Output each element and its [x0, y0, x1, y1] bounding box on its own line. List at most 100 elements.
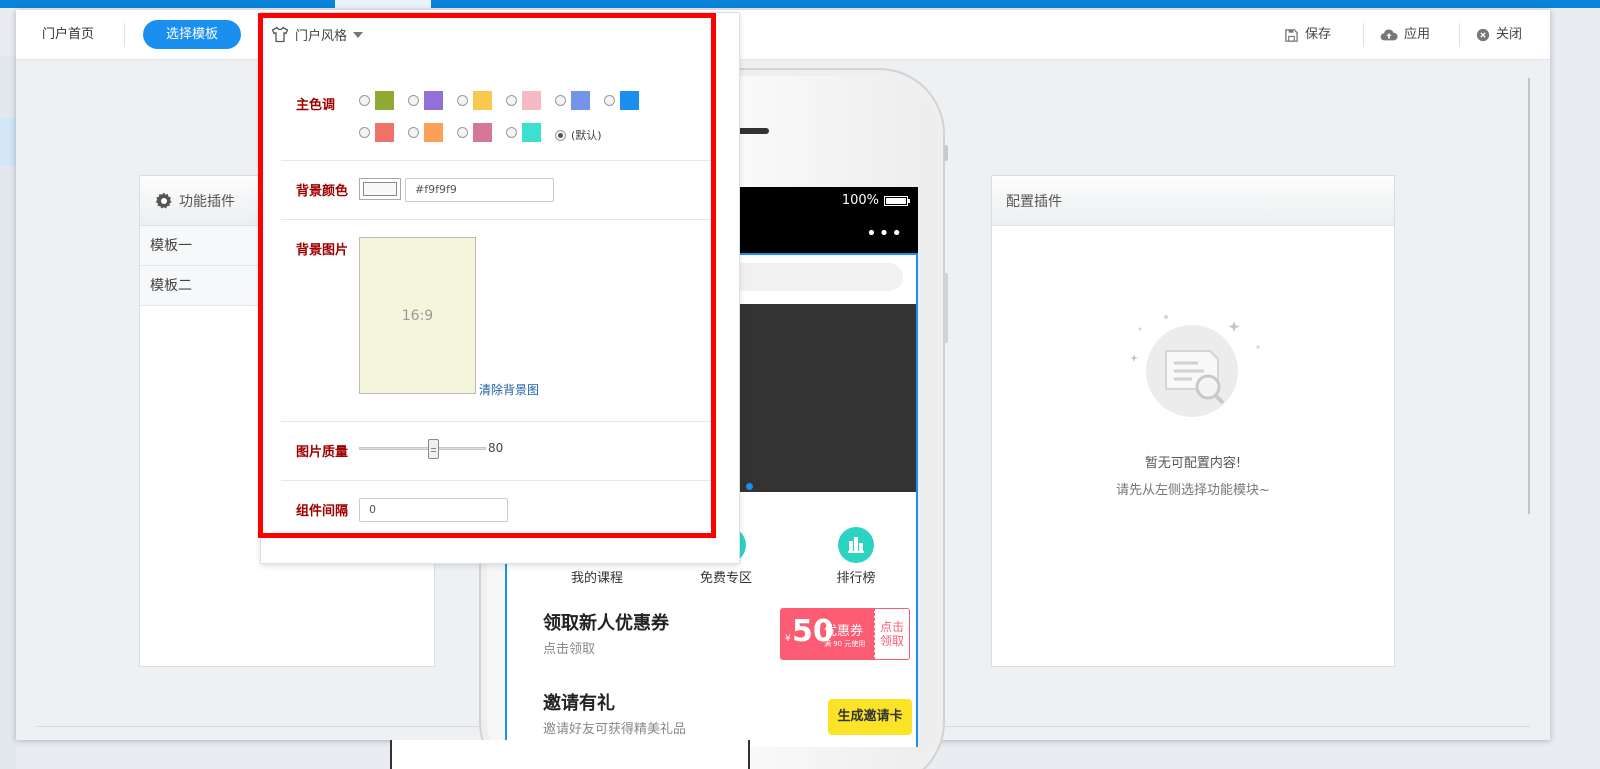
- toolbar-divider: [1459, 23, 1460, 47]
- apply-button[interactable]: 应用: [1380, 10, 1430, 60]
- save-button[interactable]: 保存: [1284, 10, 1331, 60]
- image-quality-label: 图片质量: [296, 445, 349, 460]
- toolbar-divider: [1363, 23, 1364, 47]
- component-gap-input[interactable]: 0: [359, 498, 508, 522]
- image-quality-value: 80: [488, 441, 504, 455]
- select-template-button[interactable]: 选择模板: [143, 20, 241, 49]
- app-side-strip-active: [0, 118, 16, 166]
- editor-toolbar: 门户首页 选择模板 保存 应用 关闭: [16, 10, 1550, 60]
- portal-style-trigger[interactable]: 门户风格: [271, 25, 364, 44]
- section-divider: [281, 160, 711, 161]
- banner-indicator-dot: [746, 483, 753, 490]
- coupon-claim-action[interactable]: 点击领取: [874, 608, 910, 660]
- theme-color-radio[interactable]: [604, 95, 615, 106]
- bg-image-label: 背景图片: [296, 243, 349, 258]
- close-label: 关闭: [1496, 27, 1523, 42]
- phone-side-button: [944, 145, 948, 161]
- close-circle-icon: [1476, 28, 1490, 42]
- theme-color-swatch: [473, 123, 492, 142]
- coupon-name: 优惠券: [824, 624, 864, 639]
- theme-color-option[interactable]: [555, 91, 590, 110]
- clear-bg-image-link[interactable]: 清除背景图: [479, 381, 539, 398]
- theme-color-radio[interactable]: [457, 127, 468, 138]
- portal-style-label: 门户风格: [295, 29, 348, 44]
- portal-style-dropdown: 门户风格 主色调 (默认) 背景颜色 #f9f9f9 背景图片 16:9 清除背…: [260, 12, 740, 564]
- more-icon[interactable]: •••: [866, 223, 904, 244]
- theme-color-swatch: [424, 123, 443, 142]
- theme-color-option[interactable]: [359, 123, 394, 142]
- portal-home-link[interactable]: 门户首页: [42, 10, 94, 60]
- ranking-icon[interactable]: [838, 527, 874, 563]
- coupon-yen: ¥: [785, 634, 791, 644]
- theme-color-option[interactable]: [408, 123, 443, 142]
- canvas-scrollbar[interactable]: [1528, 78, 1530, 514]
- theme-color-option[interactable]: [506, 123, 541, 142]
- theme-color-label: 主色调: [296, 98, 336, 113]
- invite-promo-title: 邀请有礼: [543, 693, 615, 714]
- theme-color-option[interactable]: [604, 91, 639, 110]
- generate-invite-card-button[interactable]: 生成邀请卡: [828, 699, 912, 735]
- bg-color-label: 背景颜色: [296, 184, 349, 199]
- config-plugin-panel: 配置插件 暂无可配置内容! 请先从左侧选择功能模块~: [991, 175, 1395, 667]
- theme-color-radio[interactable]: [457, 95, 468, 106]
- apply-label: 应用: [1404, 27, 1431, 42]
- config-plugin-header: 配置插件: [992, 176, 1394, 226]
- image-quality-slider-track[interactable]: [359, 447, 486, 450]
- bg-image-ratio: 16:9: [401, 307, 434, 324]
- empty-state-hint: 请先从左侧选择功能模块~: [1116, 483, 1270, 498]
- theme-color-radio[interactable]: [408, 127, 419, 138]
- theme-color-radio[interactable]: [506, 127, 517, 138]
- section-divider: [281, 480, 711, 481]
- coupon-condition: 满 90 元使用: [824, 640, 866, 648]
- coupon-card[interactable]: ¥ 50 优惠券 满 90 元使用 点击领取: [780, 608, 910, 660]
- invite-promo-subtitle: 邀请好友可获得精美礼品: [543, 722, 687, 737]
- theme-color-default-radio[interactable]: [555, 129, 566, 141]
- coupon-promo-subtitle: 点击领取: [543, 642, 596, 657]
- bg-color-picker[interactable]: [359, 178, 401, 200]
- section-divider: [281, 219, 711, 220]
- theme-color-swatch: [620, 91, 639, 110]
- nav-free-zone[interactable]: 免费专区: [676, 567, 776, 586]
- gear-icon: [155, 192, 172, 208]
- bg-image-upload[interactable]: 16:9: [359, 237, 476, 394]
- theme-color-default-label: (默认): [571, 129, 602, 142]
- battery-icon: [884, 195, 910, 206]
- toolbar-divider: [124, 23, 125, 47]
- theme-color-swatch: [571, 91, 590, 110]
- nav-my-courses[interactable]: 我的课程: [547, 567, 647, 586]
- tshirt-icon: [271, 26, 289, 43]
- panel-title: 功能插件: [179, 193, 235, 210]
- battery-percent: 100%: [841, 193, 879, 208]
- phone-side-button: [944, 273, 948, 343]
- theme-color-radio[interactable]: [408, 95, 419, 106]
- image-quality-slider-handle[interactable]: [428, 439, 440, 459]
- theme-color-option[interactable]: [457, 123, 492, 142]
- section-divider: [281, 421, 711, 422]
- theme-color-swatch: [473, 91, 492, 110]
- battery-status: 100%: [841, 193, 910, 208]
- component-gap-label: 组件间隔: [296, 504, 349, 519]
- theme-color-option[interactable]: [408, 91, 443, 110]
- theme-color-option[interactable]: [457, 91, 492, 110]
- coupon-value-area: ¥ 50 优惠券 满 90 元使用: [780, 608, 874, 660]
- nav-ranking[interactable]: 排行榜: [806, 567, 906, 586]
- panel-title: 配置插件: [1006, 193, 1062, 210]
- theme-color-swatch: [375, 91, 394, 110]
- theme-color-radio[interactable]: [555, 95, 566, 106]
- theme-color-swatch: [522, 91, 541, 110]
- theme-color-default-option[interactable]: (默认): [555, 127, 602, 143]
- bg-color-swatch: [363, 182, 397, 196]
- bg-color-input[interactable]: #f9f9f9: [405, 178, 554, 202]
- save-icon: [1285, 28, 1298, 42]
- close-button[interactable]: 关闭: [1476, 10, 1522, 60]
- theme-color-radio[interactable]: [359, 95, 370, 106]
- theme-color-swatch: [424, 91, 443, 110]
- theme-color-radio[interactable]: [506, 95, 517, 106]
- app-topbar-tab: [335, 0, 431, 8]
- save-label: 保存: [1305, 27, 1332, 42]
- theme-color-option[interactable]: [359, 91, 394, 110]
- theme-color-option[interactable]: [506, 91, 541, 110]
- empty-document-search-icon: [1130, 315, 1260, 417]
- theme-color-radio[interactable]: [359, 127, 370, 138]
- phone-tab-bar-peek: [390, 740, 750, 769]
